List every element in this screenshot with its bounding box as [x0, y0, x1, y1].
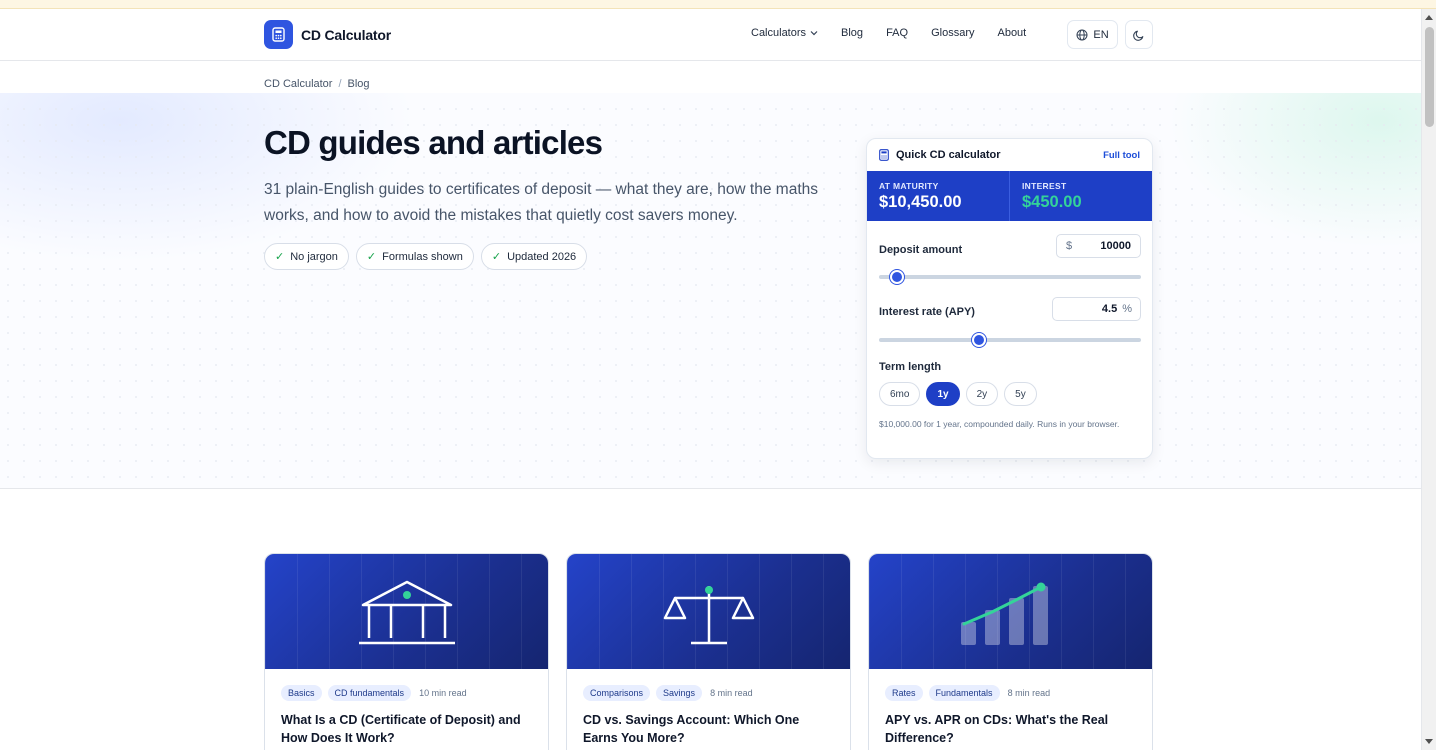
- article-tag[interactable]: Fundamentals: [928, 685, 1000, 701]
- percent-suffix: %: [1122, 303, 1132, 315]
- term-2y-button[interactable]: 2y: [965, 382, 999, 406]
- nav-glossary[interactable]: Glossary: [931, 27, 974, 39]
- term-options: 6mo 1y 2y 5y: [879, 382, 1037, 406]
- nav-faq[interactable]: FAQ: [886, 27, 908, 39]
- breadcrumb: CD Calculator / Blog: [264, 78, 370, 90]
- full-tool-link[interactable]: Full tool: [1103, 150, 1140, 161]
- nav-calculators-label: Calculators: [751, 27, 807, 39]
- hero-section: CD Calculator / Blog CD guides and artic…: [0, 61, 1421, 489]
- calculator-header: Quick CD calculator Full tool: [867, 139, 1152, 171]
- deposit-slider-handle[interactable]: [890, 270, 905, 284]
- article-thumbnail: [567, 554, 850, 669]
- page-scrollbar[interactable]: [1421, 9, 1436, 750]
- pill-no-jargon: ✓ No jargon: [264, 243, 349, 270]
- breadcrumb-bar: [0, 61, 1421, 93]
- calculator-results: AT MATURITY $10,450.00 INTEREST $450.00: [867, 171, 1152, 221]
- calculator-note: $10,000.00 for 1 year, compounded daily.…: [879, 419, 1120, 429]
- breadcrumb-separator: /: [338, 78, 342, 90]
- article-title[interactable]: CD vs. Savings Account: Which One Earns …: [567, 701, 850, 747]
- pill-formulas-shown: ✓ Formulas shown: [355, 243, 474, 270]
- deposit-slider[interactable]: [879, 270, 1141, 284]
- bank-icon: [359, 580, 455, 645]
- nav-blog[interactable]: Blog: [841, 27, 863, 39]
- calculator-logo-icon: [264, 20, 293, 49]
- check-icon: ✓: [275, 251, 285, 263]
- article-tag[interactable]: Basics: [281, 685, 322, 701]
- logo-text: CD Calculator: [301, 26, 391, 43]
- globe-icon: [1076, 29, 1088, 40]
- term-label: Term length: [879, 361, 942, 373]
- pill-updated: ✓ Updated 2026: [480, 243, 588, 270]
- theme-toggle-button[interactable]: [1125, 20, 1153, 49]
- read-time: 8 min read: [710, 688, 753, 698]
- currency-prefix: $: [1066, 240, 1073, 252]
- chevron-down-icon: [810, 31, 818, 36]
- rate-label: Interest rate (APY): [879, 306, 975, 318]
- scrollbar-thumb[interactable]: [1425, 27, 1434, 127]
- article-card[interactable]: Comparisons Savings 8 min read CD vs. Sa…: [566, 553, 851, 750]
- article-tag[interactable]: Savings: [656, 685, 703, 701]
- article-thumbnail: [869, 554, 1152, 669]
- article-title[interactable]: What Is a CD (Certificate of Deposit) an…: [265, 701, 548, 747]
- check-icon: ✓: [491, 251, 502, 263]
- article-thumbnail: [265, 554, 548, 669]
- maturity-stat: AT MATURITY $10,450.00: [867, 171, 1009, 221]
- main-nav: Calculators Blog FAQ Glossary About: [751, 27, 1049, 39]
- calculator-form: Deposit amount $ 10000 Interest rate (AP…: [867, 221, 1152, 458]
- read-time: 10 min read: [419, 688, 467, 698]
- language-label: EN: [1093, 28, 1109, 41]
- page-viewport: CD Calculator Calculators Blog FAQ Gloss…: [0, 9, 1421, 750]
- breadcrumb-home-link[interactable]: CD Calculator: [264, 78, 332, 90]
- article-title[interactable]: APY vs. APR on CDs: What's the Real Diff…: [869, 701, 1152, 747]
- article-tag[interactable]: Comparisons: [583, 685, 651, 701]
- page-title: CD guides and articles: [264, 124, 603, 161]
- language-button[interactable]: EN: [1067, 20, 1118, 49]
- pill-label: No jargon: [290, 250, 338, 263]
- check-icon: ✓: [366, 251, 377, 263]
- site-header: CD Calculator Calculators Blog FAQ Gloss…: [0, 9, 1421, 61]
- nav-calculators[interactable]: Calculators: [751, 27, 818, 39]
- deposit-label: Deposit amount: [879, 244, 963, 256]
- interest-value: $450.00: [1022, 193, 1082, 211]
- interest-rate-input[interactable]: 4.5 %: [1052, 297, 1141, 321]
- scales-icon: [663, 586, 755, 645]
- read-time: 8 min read: [1007, 688, 1051, 698]
- calculator-icon: [879, 149, 889, 161]
- rate-slider[interactable]: [879, 333, 1141, 347]
- rate-value: 4.5: [1101, 303, 1118, 315]
- pill-label: Formulas shown: [382, 250, 463, 263]
- article-meta: Rates Fundamentals 8 min read: [869, 669, 1152, 701]
- term-6mo-button[interactable]: 6mo: [879, 382, 921, 406]
- pill-label: Updated 2026: [507, 250, 577, 263]
- rate-slider-handle[interactable]: [971, 333, 986, 347]
- deposit-amount-input[interactable]: $ 10000: [1056, 234, 1141, 258]
- page-description: 31 plain-English guides to certificates …: [264, 181, 818, 224]
- article-tag[interactable]: CD fundamentals: [327, 685, 412, 701]
- calculator-title: Quick CD calculator: [896, 149, 1001, 161]
- article-card[interactable]: Rates Fundamentals 8 min read APY vs. AP…: [868, 553, 1153, 750]
- nav-about[interactable]: About: [997, 27, 1026, 39]
- browser-top-strip: [0, 0, 1436, 9]
- article-meta: Comparisons Savings 8 min read: [567, 669, 850, 701]
- term-5y-button[interactable]: 5y: [1004, 382, 1037, 406]
- quick-calculator-card: Quick CD calculator Full tool AT MATURIT…: [866, 138, 1153, 459]
- scroll-down-arrow-icon[interactable]: [1425, 739, 1433, 744]
- feature-pills: ✓ No jargon ✓ Formulas shown ✓ Updated 2…: [264, 243, 588, 270]
- logo-link[interactable]: CD Calculator: [264, 20, 391, 49]
- article-tag[interactable]: Rates: [885, 685, 923, 701]
- scroll-up-arrow-icon[interactable]: [1425, 15, 1433, 20]
- article-meta: Basics CD fundamentals 10 min read: [265, 669, 548, 701]
- dot-pattern-background: [0, 101, 1421, 489]
- breadcrumb-current: Blog: [347, 78, 370, 90]
- deposit-value: 10000: [1100, 240, 1131, 252]
- term-1y-button[interactable]: 1y: [926, 382, 960, 406]
- article-card[interactable]: Basics CD fundamentals 10 min read What …: [264, 553, 549, 750]
- maturity-value: $10,450.00: [879, 193, 962, 211]
- interest-stat: INTEREST $450.00: [1009, 171, 1152, 221]
- moon-icon: [1133, 30, 1144, 41]
- growth-chart-icon: [961, 582, 1048, 645]
- article-grid: Basics CD fundamentals 10 min read What …: [264, 553, 1153, 750]
- maturity-label: AT MATURITY: [879, 181, 939, 191]
- interest-label: INTEREST: [1022, 181, 1067, 191]
